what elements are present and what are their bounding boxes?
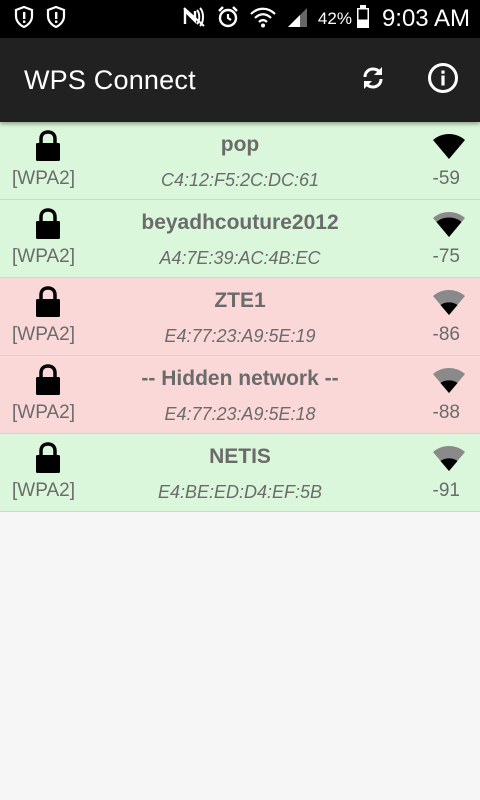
lock-icon xyxy=(34,130,62,162)
network-bssid: E4:77:23:A9:5E:19 xyxy=(164,326,316,346)
app-title: WPS Connect xyxy=(24,64,196,95)
clock: 9:03 AM xyxy=(381,5,470,32)
lock-icon xyxy=(34,286,62,318)
wifi-signal-icon xyxy=(432,366,466,394)
network-row[interactable]: [WPA2] ZTE1 E4:77:23:A9:5E:19 -86 xyxy=(0,278,480,356)
network-ssid: ZTE1 xyxy=(214,289,266,312)
network-row[interactable]: [WPA2] beyadhcouture2012 A4:7E:39:AC:4B:… xyxy=(0,200,480,278)
network-bssid: E4:BE:ED:D4:EF:5B xyxy=(157,482,323,502)
security-type: [WPA2] xyxy=(12,246,75,267)
battery-percent: 42% xyxy=(317,9,352,28)
network-row[interactable]: [WPA2] pop C4:12:F5:2C:DC:61 -59 xyxy=(0,122,480,200)
network-ssid: beyadhcouture2012 xyxy=(141,211,339,234)
security-type: [WPA2] xyxy=(12,168,75,189)
alarm-icon xyxy=(216,5,240,34)
info-button[interactable] xyxy=(426,62,460,99)
status-bar: 42% 9:03 AM xyxy=(0,0,480,38)
network-bssid: C4:12:F5:2C:DC:61 xyxy=(160,170,320,190)
wifi-icon xyxy=(250,6,276,33)
signal-level: -91 xyxy=(432,480,460,501)
refresh-button[interactable] xyxy=(356,63,390,97)
security-type: [WPA2] xyxy=(12,402,75,423)
cell-signal-icon xyxy=(286,6,308,33)
network-ssid: pop xyxy=(220,133,260,156)
security-type: [WPA2] xyxy=(12,480,75,501)
network-list: [WPA2] pop C4:12:F5:2C:DC:61 -59 [WPA2] … xyxy=(0,122,480,512)
network-bssid: A4:7E:39:AC:4B:EC xyxy=(159,248,321,268)
nfc-muted-icon xyxy=(182,6,206,33)
network-bssid: E4:77:23:A9:5E:18 xyxy=(164,404,316,424)
network-ssid: -- Hidden network -- xyxy=(141,367,339,390)
status-bar-right: 42% 9:03 AM xyxy=(182,4,470,34)
signal-level: -59 xyxy=(432,168,460,189)
signal-level: -88 xyxy=(432,402,460,423)
shield-alert-icon xyxy=(14,5,34,33)
status-bar-left xyxy=(14,5,66,33)
wifi-signal-icon xyxy=(432,210,466,238)
signal-level: -86 xyxy=(432,324,460,345)
network-ssid: NETIS xyxy=(209,445,271,468)
network-row[interactable]: [WPA2] -- Hidden network -- E4:77:23:A9:… xyxy=(0,356,480,434)
wifi-signal-icon xyxy=(432,288,466,316)
lock-icon xyxy=(34,208,62,240)
signal-level: -75 xyxy=(432,246,460,267)
app-bar-actions xyxy=(356,62,460,99)
network-row[interactable]: [WPA2] NETIS E4:BE:ED:D4:EF:5B -91 xyxy=(0,434,480,512)
wifi-signal-icon xyxy=(432,444,466,472)
info-icon xyxy=(427,62,459,99)
wifi-signal-icon xyxy=(432,132,466,160)
lock-icon xyxy=(34,364,62,396)
security-type: [WPA2] xyxy=(12,324,75,345)
lock-icon xyxy=(34,442,62,474)
refresh-icon xyxy=(358,63,388,98)
battery-icon xyxy=(356,4,370,34)
app-bar: WPS Connect xyxy=(0,38,480,122)
shield-alert-icon xyxy=(46,5,66,33)
